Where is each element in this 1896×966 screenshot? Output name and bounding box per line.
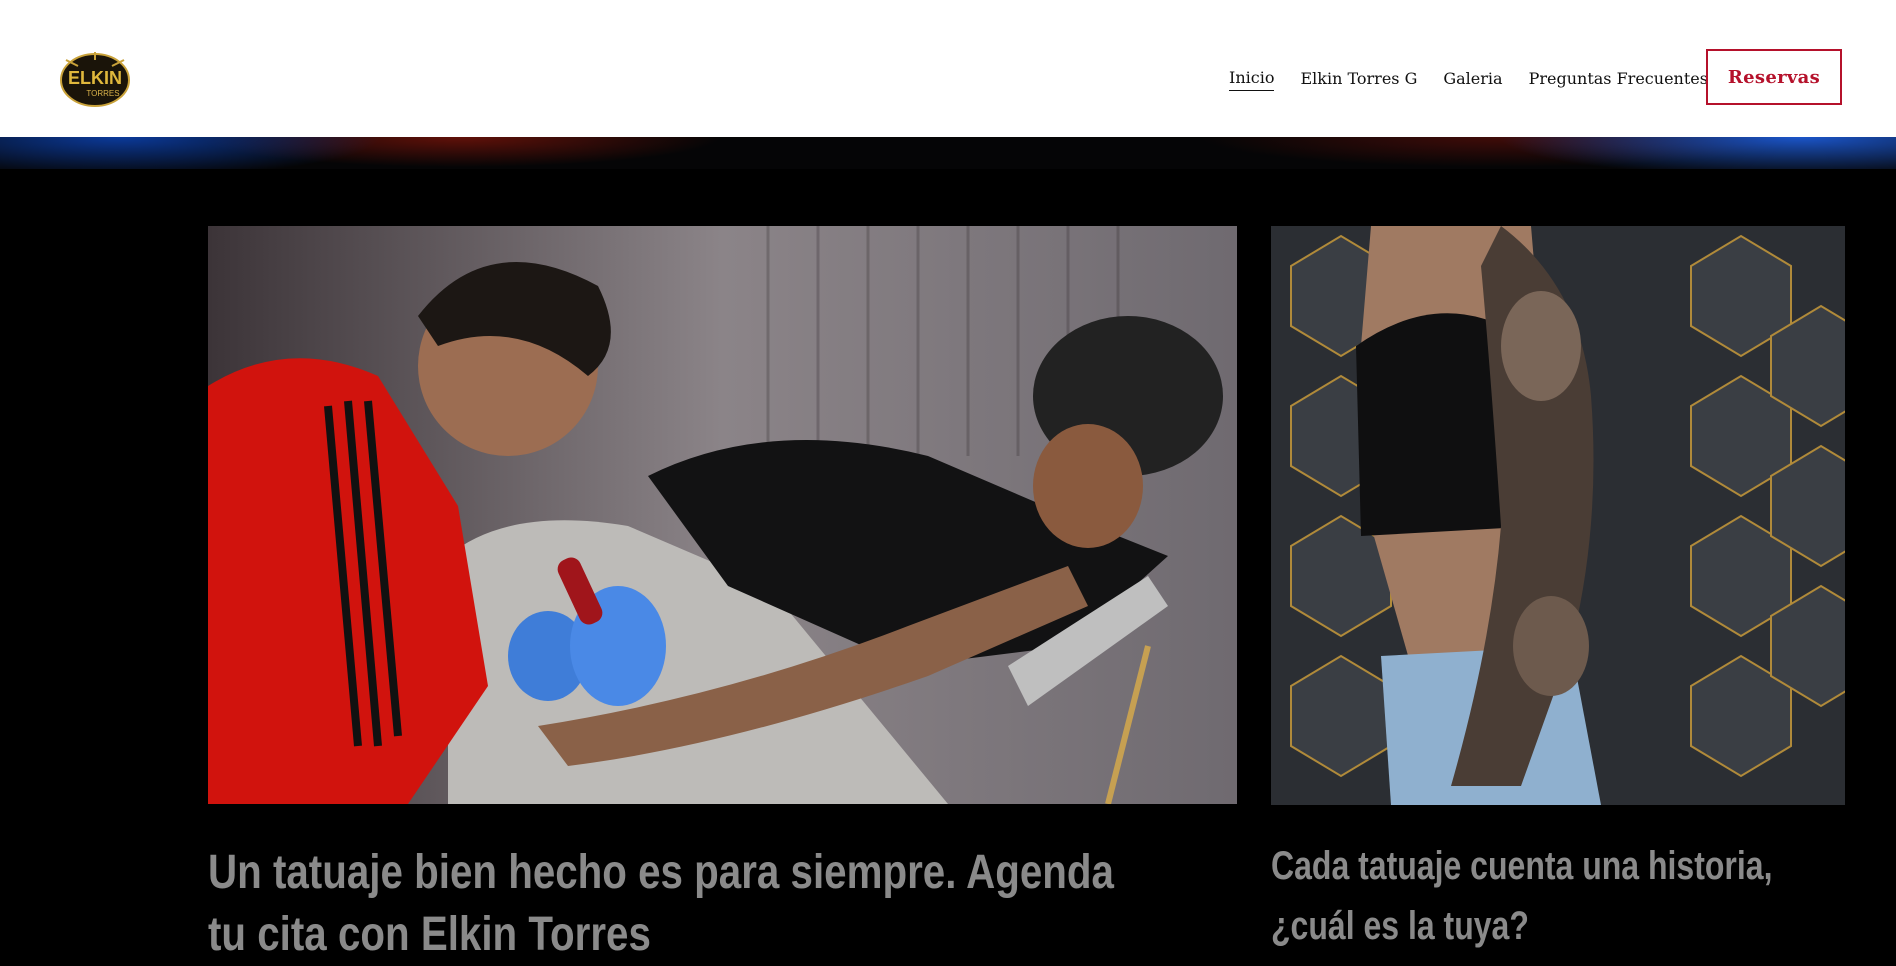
nav-item-galeria[interactable]: Galeria [1443, 67, 1502, 91]
logo[interactable]: ELKIN TORRES [56, 46, 134, 110]
logo-text-main: ELKIN [68, 68, 122, 88]
section-heading-2: Cada tatuaje cuenta una historia, ¿cuál … [1271, 844, 1773, 948]
logo-icon: ELKIN TORRES [60, 52, 130, 107]
tattoo-sleeve-photo-icon [1271, 226, 1845, 805]
header-glow-band [0, 137, 1896, 169]
tattoo-session-photo-icon [208, 226, 1237, 804]
tattoo-sleeve-image [1271, 226, 1845, 805]
reservas-button[interactable]: Reservas [1706, 49, 1842, 105]
tattoo-session-image [208, 226, 1237, 804]
nav-item-elkin-torres[interactable]: Elkin Torres G [1300, 67, 1417, 91]
logo-text-sub: TORRES [86, 89, 119, 98]
site-header: ELKIN TORRES Inicio Elkin Torres G Galer… [0, 0, 1896, 137]
nav-item-preguntas[interactable]: Preguntas Frecuentes [1529, 67, 1708, 91]
main-nav: Inicio Elkin Torres G Galeria Preguntas … [1229, 66, 1734, 91]
nav-item-inicio[interactable]: Inicio [1229, 66, 1275, 91]
section-heading-1: Un tatuaje bien hecho es para siempre. A… [208, 846, 1114, 961]
